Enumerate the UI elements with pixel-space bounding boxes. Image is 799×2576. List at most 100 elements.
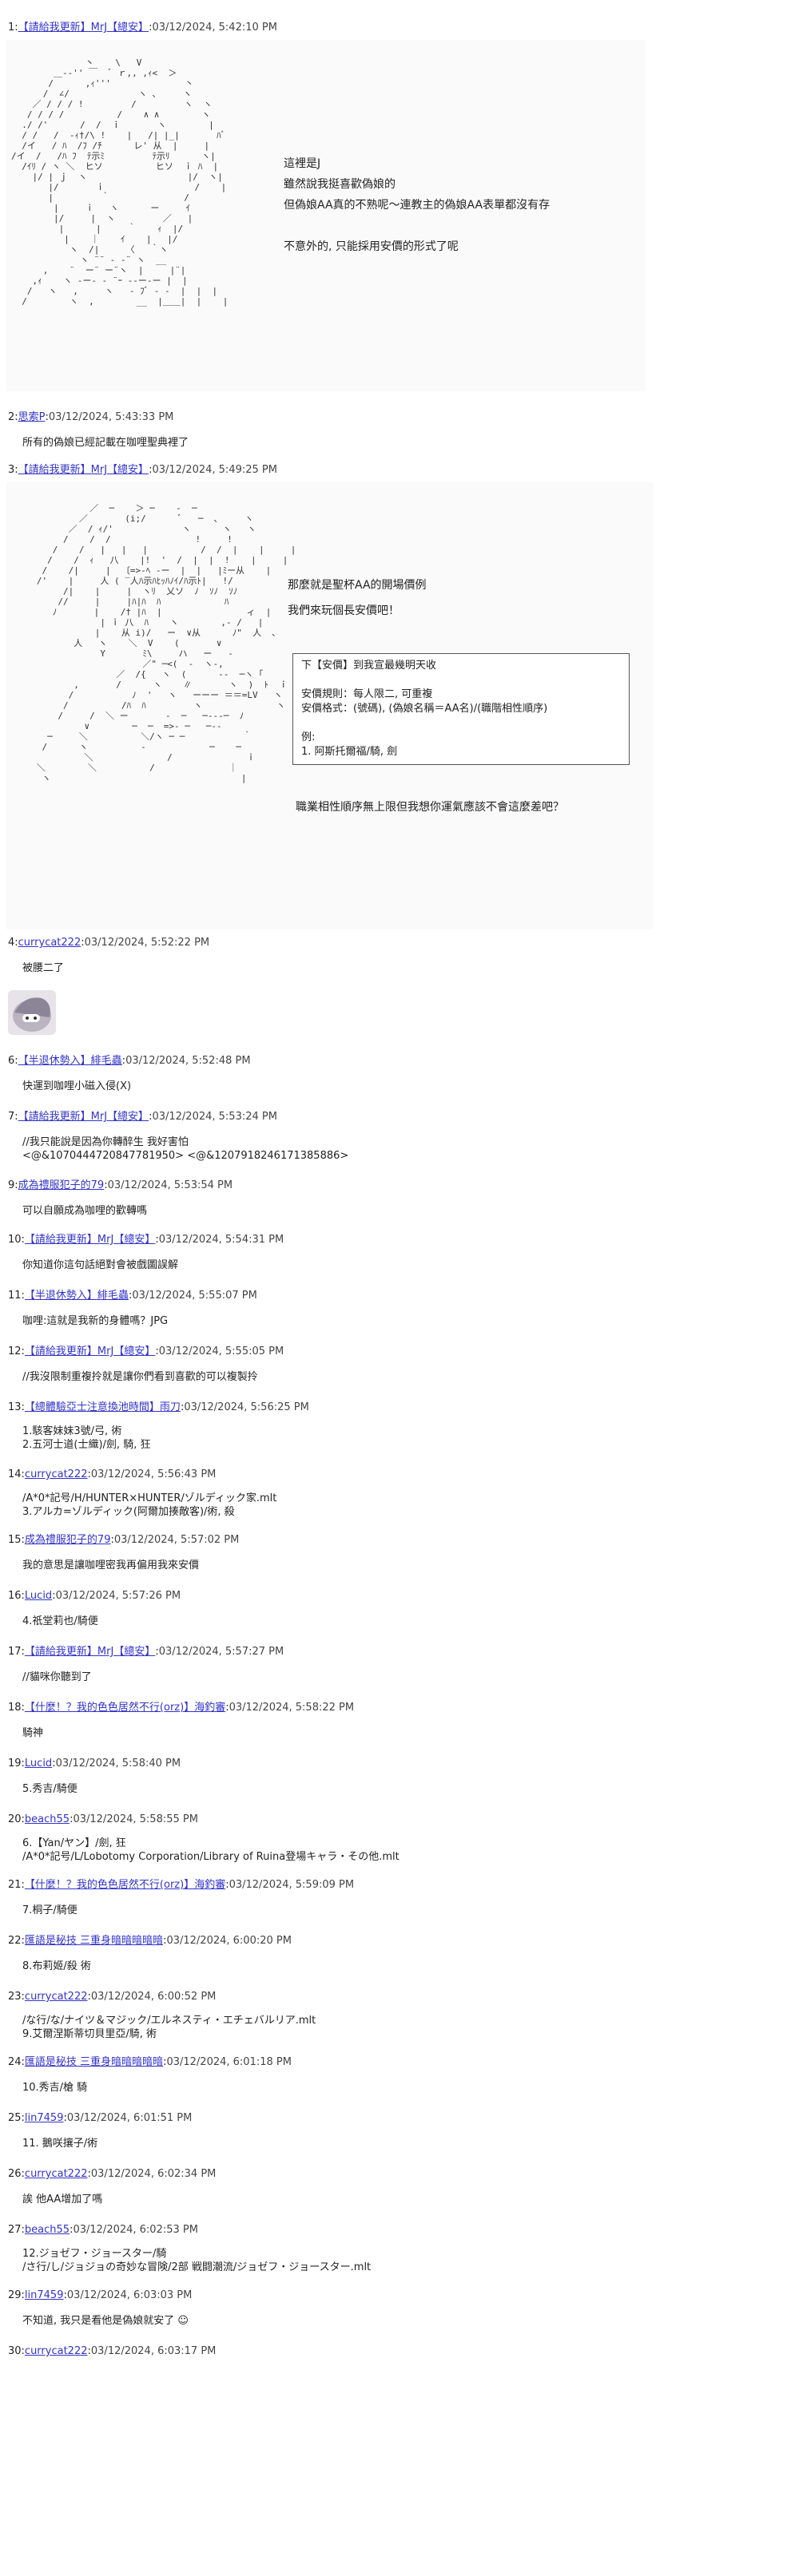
post-14: 14:currycat222:03/12/2024, 5:56:43 PM /A… <box>8 1468 791 1519</box>
post-body: 你知道你這句話絕對會被戲圖誤解 <box>22 1259 179 1271</box>
post-date: 03/12/2024, 6:00:52 PM <box>90 1991 217 2003</box>
post-number: 29: <box>8 2289 25 2301</box>
post-2: 2:思索P:03/12/2024, 5:43:33 PM 所有的偽娘已經記載在咖… <box>8 410 791 450</box>
ascii-art: 丶 \ V ＿-‐'' ￣ ﾞ ｒ,, ,ｨ< ＞ / ,ｨ''' 丶 / ∠/… <box>11 57 229 307</box>
post-3-line3: 職業相性順序無上限但我想你運氣應該不會這麼差吧？ <box>296 801 564 814</box>
poster-name-link[interactable]: Lucid <box>25 1590 52 1602</box>
post-body: 10.秀吉/槍 騎 <box>22 2082 88 2094</box>
post-number: 4: <box>8 937 18 949</box>
poster-name-link[interactable]: 【什麼！？我的色色居然不行(orz)】海釣審 <box>25 1879 225 1891</box>
post-body: 我的意思是讓咖哩密我再偏用我來安價 <box>22 1559 200 1571</box>
poster-name-link[interactable]: currycat222 <box>25 1991 88 2003</box>
post-12: 12:【請給我更新】MrJ【總安】:03/12/2024, 5:55:05 PM… <box>8 1345 791 1384</box>
post-number: 19: <box>8 1758 25 1770</box>
poster-name-link[interactable]: 思索P <box>18 411 46 423</box>
poster-name-link[interactable]: beach55 <box>25 1813 70 1825</box>
post-body: 5.秀吉/騎便 <box>22 1783 78 1795</box>
post-date: 03/12/2024, 6:03:17 PM <box>90 2345 217 2357</box>
post-number: 26: <box>8 2168 25 2180</box>
post-date: 03/12/2024, 6:02:34 PM <box>90 2168 217 2180</box>
post-30: 30:currycat222:03/12/2024, 6:03:17 PM <box>8 2345 217 2357</box>
poster-name-link[interactable]: 【請給我更新】MrJ【總安】 <box>18 1111 149 1123</box>
post-21: 21:【什麼！？我的色色居然不行(orz)】海釣審:03/12/2024, 5:… <box>8 1878 791 1917</box>
post-date: 03/12/2024, 5:43:33 PM <box>48 411 174 423</box>
post-date: 03/12/2024, 5:53:24 PM <box>152 1111 277 1123</box>
post-number: 23: <box>8 1991 25 2003</box>
poster-name-link[interactable]: 【請給我更新】MrJ【總安】 <box>25 1345 155 1357</box>
post-19: 19:Lucid:03/12/2024, 5:58:40 PM 5.秀吉/騎便 <box>8 1757 791 1796</box>
poster-name-link[interactable]: lin7459 <box>25 2112 64 2124</box>
post-date: 03/12/2024, 5:42:10 PM <box>152 22 277 34</box>
post-3-line2: 我們來玩個長安價吧！ <box>288 604 400 617</box>
post-date: 03/12/2024, 5:59:09 PM <box>229 1879 355 1891</box>
post-body: 12.ジョゼフ・ジョースター/騎 /さ行/し/ジョジョの奇妙な冒険/2部 戦闘潮… <box>22 2248 372 2273</box>
post-date: 03/12/2024, 5:55:05 PM <box>158 1345 284 1357</box>
post-number: 25: <box>8 2112 25 2124</box>
post-number: 10: <box>8 1234 25 1246</box>
poster-name-link[interactable]: beach55 <box>25 2224 70 2236</box>
post-24: 24:匯語是秘技 三重身暗暗暗暗暗:03/12/2024, 6:01:18 PM… <box>8 2055 791 2094</box>
post-date: 03/12/2024, 6:03:03 PM <box>66 2289 193 2301</box>
poster-name-link[interactable]: lin7459 <box>25 2289 64 2301</box>
poster-name-link[interactable]: 【半退休勢入】緋毛蟲 <box>18 1055 122 1067</box>
text-line: 雖然說我挺喜歡偽娘的 <box>284 178 396 191</box>
post-23: 23:currycat222:03/12/2024, 6:00:52 PM /な… <box>8 1990 791 2041</box>
poster-name-link[interactable]: 成為禮服犯子的79 <box>18 1179 105 1191</box>
poster-name-link[interactable]: 【半退休勢入】緋毛蟲 <box>25 1290 129 1302</box>
post-date: 03/12/2024, 6:01:51 PM <box>66 2112 193 2124</box>
post-date: 03/12/2024, 5:49:25 PM <box>152 464 277 476</box>
poster-name-link[interactable]: 【請給我更新】MrJ【總安】 <box>18 22 149 34</box>
post-date: 03/12/2024, 6:01:18 PM <box>166 2056 292 2068</box>
post-number: 16: <box>8 1590 25 1602</box>
post-number: 20: <box>8 1813 25 1825</box>
post-number: 9: <box>8 1179 18 1191</box>
post-date: 03/12/2024, 5:56:43 PM <box>90 1468 217 1480</box>
post-body: 4.祇堂莉也/騎便 <box>22 1615 98 1627</box>
poster-name-link[interactable]: currycat222 <box>25 2168 88 2180</box>
poster-name-link[interactable]: currycat222 <box>25 1468 88 1480</box>
post-15: 15:成為禮服犯子的79:03/12/2024, 5:57:02 PM 我的意思… <box>8 1533 791 1572</box>
post-18: 18:【什麼！？我的色色居然不行(orz)】海釣審:03/12/2024, 5:… <box>8 1701 791 1740</box>
post-body: 6.【Yan/ヤン】/劍, 狂 /A*0*記号/L/Lobotomy Corpo… <box>22 1837 400 1863</box>
post-22: 22:匯語是秘技 三重身暗暗暗暗暗:03/12/2024, 6:00:20 PM… <box>8 1934 791 1973</box>
post-11: 11:【半退休勢入】緋毛蟲:03/12/2024, 5:55:07 PM 咖哩:… <box>8 1289 791 1328</box>
post-date: 03/12/2024, 5:56:25 PM <box>184 1401 309 1413</box>
text-line: 不意外的, 只能採用安價的形式了呢 <box>284 240 459 253</box>
post-number: 22: <box>8 1935 25 1947</box>
post-13: 13:【總體驗亞士注意換池時間】雨刀:03/12/2024, 5:56:25 P… <box>8 1401 791 1452</box>
poster-name-link[interactable]: 【請給我更新】MrJ【總安】 <box>25 1646 155 1658</box>
post-number: 1: <box>8 22 18 34</box>
post-20: 20:beach55:03/12/2024, 5:58:55 PM 6.【Yan… <box>8 1813 791 1864</box>
poster-name-link[interactable]: 【什麼！？我的色色居然不行(orz)】海釣審 <box>25 1702 225 1714</box>
post-27: 27:beach55:03/12/2024, 6:02:53 PM 12.ジョゼ… <box>8 2223 791 2274</box>
post-body: //貓咪你聽到了 <box>22 1671 92 1683</box>
post-number: 12: <box>8 1345 25 1357</box>
poster-name-link[interactable]: currycat222 <box>25 2345 88 2357</box>
poster-name-link[interactable]: Lucid <box>25 1758 52 1770</box>
post-number: 30: <box>8 2345 25 2357</box>
post-body: 騎神 <box>22 1727 44 1739</box>
post-date: 03/12/2024, 5:57:26 PM <box>55 1590 181 1602</box>
poster-name-link[interactable]: 【請給我更新】MrJ【總安】 <box>18 464 149 476</box>
post-date: 03/12/2024, 5:52:22 PM <box>84 937 210 949</box>
post-number: 3: <box>8 464 18 476</box>
post-number: 17: <box>8 1646 25 1658</box>
post-1-text: 這裡是J 雖然說我挺喜歡偽娘的 但偽娘AA真的不熟呢～連教主的偽娘AA表單都沒有… <box>284 153 550 257</box>
post-29: 29:lin7459:03/12/2024, 6:03:03 PM 不知道, 我… <box>8 2289 791 2328</box>
poster-name-link[interactable]: 匯語是秘技 三重身暗暗暗暗暗 <box>25 1935 163 1947</box>
post-date: 03/12/2024, 5:53:54 PM <box>107 1179 233 1191</box>
post-9: 9:成為禮服犯子的79:03/12/2024, 5:53:54 PM 可以自願成… <box>8 1179 791 1218</box>
poster-name-link[interactable]: 【總體驗亞士注意換池時間】雨刀 <box>25 1401 181 1413</box>
poster-name-link[interactable]: 匯語是秘技 三重身暗暗暗暗暗 <box>25 2056 163 2068</box>
post-body: /な行/な/ナイツ＆マジック/エルネスティ・エチェバルリア.mlt 9.艾爾涅斯… <box>22 2015 316 2040</box>
poster-name-link[interactable]: currycat222 <box>18 937 81 949</box>
post-date: 03/12/2024, 5:52:48 PM <box>125 1055 251 1067</box>
post-3-line1: 那麼就是聖杯AA的開場價例 <box>288 579 427 592</box>
poster-name-link[interactable]: 【請給我更新】MrJ【總安】 <box>25 1234 155 1246</box>
post-number: 7: <box>8 1111 18 1123</box>
post-number: 2: <box>8 411 18 423</box>
poster-name-link[interactable]: 成為禮服犯子的79 <box>25 1534 111 1546</box>
post-body: 8.布莉姬/殺 術 <box>22 1960 91 1972</box>
post-date: 03/12/2024, 5:58:40 PM <box>55 1758 181 1770</box>
post-body: 7.桐子/騎便 <box>22 1904 78 1916</box>
